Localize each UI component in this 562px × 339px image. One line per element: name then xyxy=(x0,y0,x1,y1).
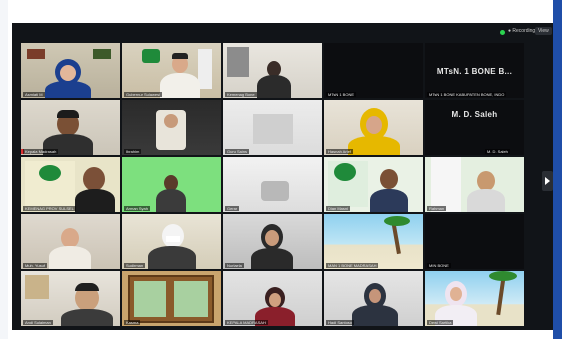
participant-tile[interactable]: Arman Syah xyxy=(122,157,221,212)
participant-tile[interactable]: MTsN. 1 BONE B... MTsN 1 BONE KABUPATEN … xyxy=(425,43,524,98)
participant-name: Hadi Santoso xyxy=(326,320,355,325)
participant-tile[interactable]: MTsN 1 BONE xyxy=(324,43,423,98)
participant-tile[interactable]: MIN BONE xyxy=(425,214,524,269)
view-button[interactable]: View xyxy=(535,27,552,35)
right-border xyxy=(553,0,562,339)
participant-name: MTsN 1 BONE xyxy=(326,92,357,97)
participant-name: Hasnah Arief xyxy=(326,149,353,154)
participant-tile[interactable]: Asmiati M xyxy=(21,43,120,98)
participant-name: Dian Masni xyxy=(326,206,351,211)
participant-tile[interactable]: MAN 1 BONE MADRASAH xyxy=(324,214,423,269)
left-border xyxy=(0,0,8,339)
participant-name: MTsN 1 BONE KABUPATEN BONE, INDO xyxy=(427,92,507,97)
participant-name: Andi Sulaiman xyxy=(23,320,53,325)
participant-tile[interactable]: Gerar xyxy=(223,157,322,212)
recording-icon xyxy=(500,30,505,35)
participant-tile[interactable]: Kepala Madrasah xyxy=(21,100,120,155)
recording-label: ● Recording xyxy=(508,28,536,34)
participant-tile[interactable]: Ibrahim xyxy=(122,100,221,155)
participant-tile[interactable]: Rahman xyxy=(425,157,524,212)
participant-name: Guru Sains xyxy=(225,149,250,154)
participant-name: Arman Syah xyxy=(124,206,151,211)
participant-tile[interactable]: Muh. Yusuf xyxy=(21,214,120,269)
participant-name: Kasma xyxy=(124,320,141,325)
participant-name: Nurlaela xyxy=(225,263,244,268)
participant-tile[interactable]: Andi Sulaiman xyxy=(21,271,120,326)
participant-name: Asmiati M xyxy=(23,92,45,97)
participant-name: Dewi Sartika xyxy=(427,320,454,325)
participant-display-name: MTsN. 1 BONE B... xyxy=(436,67,513,76)
participant-name: Gubernur Sulawesi xyxy=(124,92,163,97)
participant-name: Gerar xyxy=(225,206,240,211)
participant-name: Kepala Madrasah xyxy=(23,149,59,154)
participant-name: Sudirman xyxy=(124,263,146,268)
participant-tile[interactable]: Kasma xyxy=(122,271,221,326)
participant-tile[interactable]: Dewi Sartika xyxy=(425,271,524,326)
participant-tile[interactable]: Nurlaela xyxy=(223,214,322,269)
participant-tile[interactable]: Gubernur Sulawesi xyxy=(122,43,221,98)
participant-tile[interactable]: Hasnah Arief xyxy=(324,100,423,155)
participant-name: Ibrahim xyxy=(124,149,142,154)
participant-name: KEPALA MADRASAH xyxy=(225,320,268,325)
participant-display-name: M. D. Saleh xyxy=(451,110,498,119)
participant-tile[interactable]: Sudirman xyxy=(122,214,221,269)
bottom-margin xyxy=(8,330,553,339)
participant-tile[interactable]: KEPALA MADRASAH xyxy=(223,271,322,326)
participant-name: Muh. Yusuf xyxy=(23,263,47,268)
meeting-topbar: ● Recording View xyxy=(12,23,553,40)
chevron-right-icon xyxy=(545,177,550,185)
meeting-window: ● Recording View Asmiati M Gubernur Sula… xyxy=(12,23,553,330)
participant-tile[interactable]: Kemenag Bone xyxy=(223,43,322,98)
top-margin xyxy=(8,0,553,22)
participant-tile[interactable]: Hadi Santoso xyxy=(324,271,423,326)
participant-name: MIN BONE xyxy=(427,263,451,268)
participant-tile[interactable]: M. D. Saleh M. D. Saleh xyxy=(425,100,524,155)
participant-name: Rahman xyxy=(427,206,447,211)
participant-tile[interactable]: KEMENAG PROV SULSEL xyxy=(21,157,120,212)
participant-tile[interactable]: Guru Sains xyxy=(223,100,322,155)
participant-name: MAN 1 BONE MADRASAH xyxy=(326,263,379,268)
participant-name: KEMENAG PROV SULSEL xyxy=(23,206,76,211)
participant-name: Kemenag Bone xyxy=(225,92,257,97)
participant-tile[interactable]: Dian Masni xyxy=(324,157,423,212)
next-page-button[interactable] xyxy=(542,171,553,191)
participant-name: M. D. Saleh xyxy=(485,149,510,154)
